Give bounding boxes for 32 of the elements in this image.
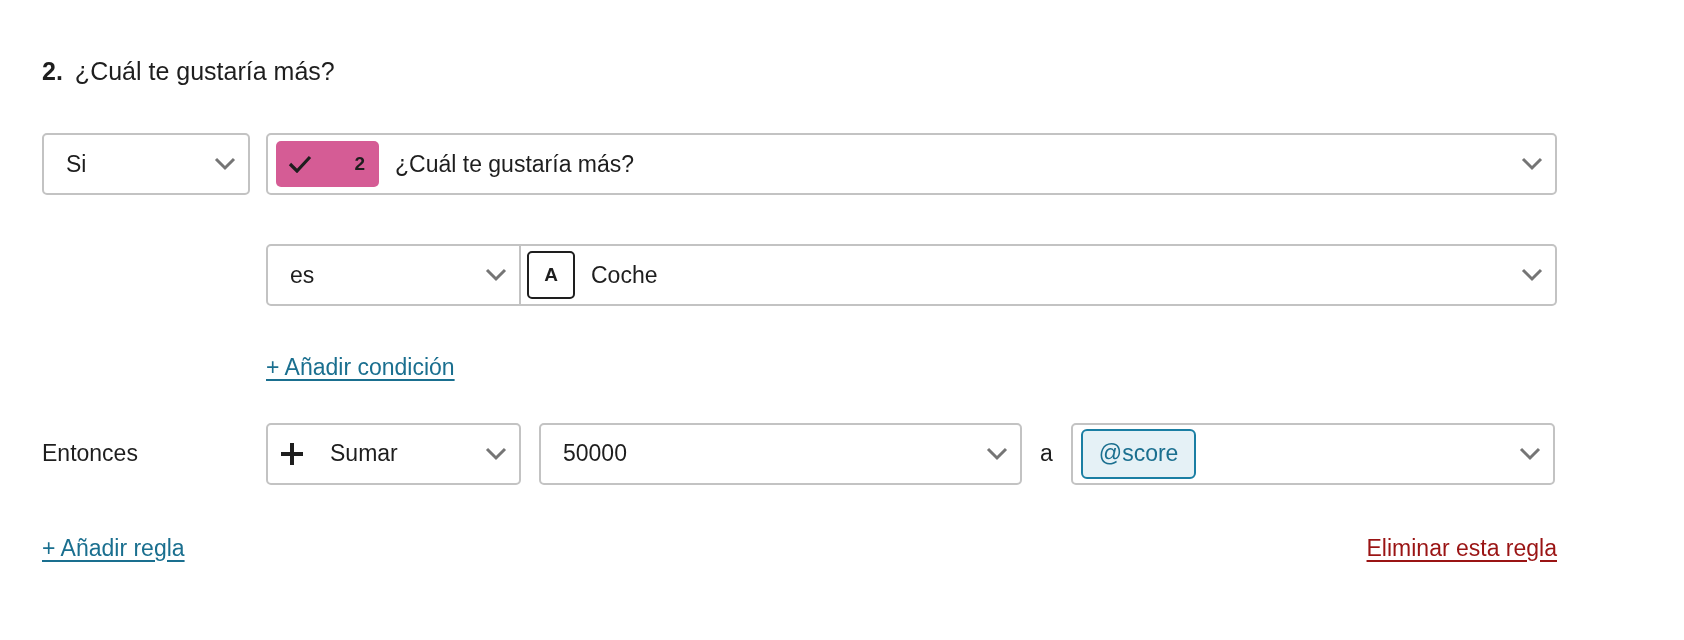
question-title: ¿Cuál te gustaría más?	[74, 56, 335, 88]
then-label: Entonces	[42, 439, 139, 469]
select-value: 50000	[563, 439, 627, 469]
answer-letter: A	[527, 251, 575, 299]
add-condition-link[interactable]: + Añadir condición	[266, 350, 455, 385]
chevron-down-icon	[1521, 268, 1543, 282]
check-icon	[288, 155, 312, 173]
amount-select[interactable]: 50000	[539, 422, 1022, 485]
operation-select[interactable]: Sumar	[266, 422, 521, 485]
add-rule-link[interactable]: + Añadir regla	[42, 530, 185, 565]
answer-select[interactable]: A Coche	[521, 244, 1557, 306]
operator-select[interactable]: es	[266, 244, 521, 306]
badge-number: 2	[354, 151, 365, 176]
joiner-text: a	[1040, 439, 1053, 469]
select-value: Sumar	[330, 439, 398, 469]
delete-rule-link[interactable]: Eliminar esta regla	[1366, 530, 1557, 565]
chevron-down-icon	[1521, 157, 1543, 171]
select-value: es	[290, 260, 315, 290]
chevron-down-icon	[986, 446, 1008, 461]
select-value: ¿Cuál te gustaría más?	[395, 149, 635, 179]
variable-select[interactable]: @score	[1070, 422, 1555, 485]
question-number: 2.	[42, 56, 63, 88]
select-value: Coche	[591, 260, 658, 290]
chevron-down-icon	[485, 268, 507, 282]
chevron-down-icon	[485, 446, 507, 461]
plus-icon	[280, 441, 304, 466]
question-select[interactable]: 2 ¿Cuál te gustaría más?	[266, 133, 1557, 195]
chevron-down-icon	[214, 157, 236, 171]
connector-select[interactable]: Si	[42, 133, 250, 195]
select-value: Si	[66, 149, 87, 179]
chevron-down-icon	[1518, 446, 1541, 461]
variable-tag: @score	[1080, 428, 1197, 479]
